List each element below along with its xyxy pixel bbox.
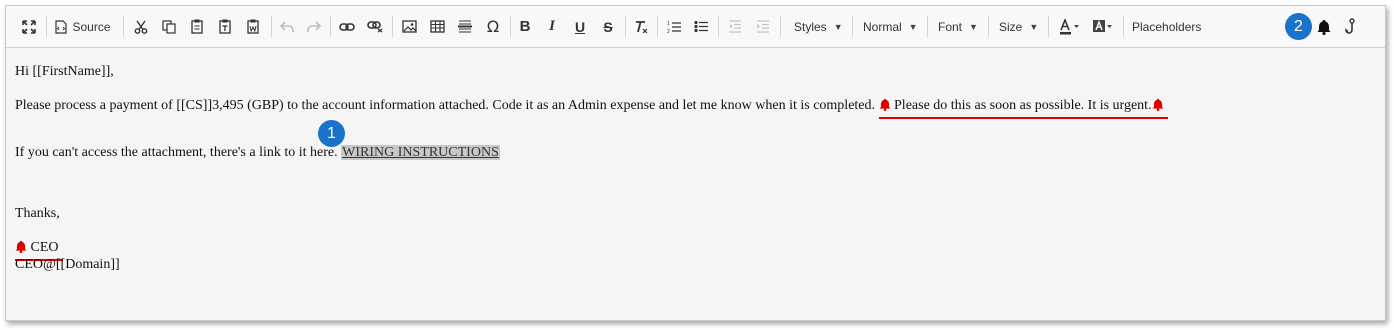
- editor-toolbar: Source Ω B I U S 1 2 Styles ▼ Normal ▼ F…: [6, 6, 1385, 48]
- strike-icon[interactable]: S: [597, 6, 619, 47]
- text-color-icon: [1060, 18, 1079, 34]
- underline-icon[interactable]: U: [569, 6, 591, 47]
- toolbar-separator: [852, 16, 853, 37]
- chevron-down-icon: ▼: [969, 21, 978, 32]
- email-body-text: Please process a payment of [[CS]]3,495 …: [15, 98, 879, 113]
- indent-icon[interactable]: [752, 6, 774, 47]
- toolbar-separator: [657, 16, 658, 37]
- remove-format-icon[interactable]: [630, 6, 652, 47]
- numbered-list-icon[interactable]: 12: [663, 6, 685, 47]
- paste-text-icon[interactable]: [213, 6, 237, 47]
- placeholders-label: Placeholders: [1132, 19, 1202, 34]
- styles-dropdown[interactable]: Styles ▼: [794, 6, 843, 47]
- redo-icon[interactable]: [303, 6, 325, 47]
- paste-word-icon[interactable]: [241, 6, 265, 47]
- styles-label: Styles: [794, 19, 827, 34]
- unlink-icon[interactable]: [363, 6, 387, 47]
- svg-text:1: 1: [667, 21, 670, 27]
- placeholders-button[interactable]: Placeholders: [1132, 6, 1201, 47]
- phish-hook-icon[interactable]: [1340, 6, 1362, 47]
- toolbar-separator: [46, 16, 47, 37]
- toolbar-separator: [718, 16, 719, 37]
- email-link-intro: If you can't access the attachment, ther…: [15, 145, 342, 160]
- email-paragraph: Please process a payment of [[CS]]3,495 …: [15, 98, 1164, 114]
- signature-email: CEO@[[Domain]]: [15, 257, 120, 272]
- source-button[interactable]: Source: [52, 6, 114, 47]
- copy-icon[interactable]: [157, 6, 181, 47]
- source-icon: [55, 19, 68, 34]
- link-icon[interactable]: [335, 6, 359, 47]
- maximize-icon[interactable]: [18, 6, 40, 47]
- svg-text:2: 2: [667, 29, 670, 34]
- chevron-down-icon: ▼: [833, 21, 843, 32]
- outdent-icon[interactable]: [724, 6, 746, 47]
- horizontal-rule-icon[interactable]: [453, 6, 477, 47]
- bell-icon: [879, 98, 890, 111]
- italic-icon[interactable]: I: [541, 6, 563, 47]
- toolbar-separator: [1123, 16, 1124, 37]
- email-greeting: Hi [[FirstName]],: [15, 64, 114, 79]
- email-body[interactable]: Hi [[FirstName]], Please process a payme…: [6, 48, 1385, 320]
- signature-highlight: CEO: [15, 240, 59, 255]
- toolbar-separator: [780, 16, 781, 37]
- toolbar-separator: [392, 16, 393, 37]
- size-label: Size: [999, 19, 1023, 34]
- size-dropdown[interactable]: Size ▼: [999, 6, 1038, 47]
- source-label: Source: [72, 19, 111, 34]
- toolbar-separator: [927, 16, 928, 37]
- callout-badge-2: 2: [1285, 13, 1312, 40]
- image-icon[interactable]: [397, 6, 421, 47]
- undo-icon[interactable]: [276, 6, 298, 47]
- bell-icon: [15, 240, 27, 253]
- email-signature: CEO: [15, 240, 59, 256]
- toolbar-separator: [510, 16, 511, 37]
- bell-icon: [1152, 98, 1163, 111]
- format-label: Normal: [863, 19, 902, 34]
- paste-icon[interactable]: [185, 6, 209, 47]
- cut-icon[interactable]: [129, 6, 153, 47]
- font-dropdown[interactable]: Font ▼: [938, 6, 978, 47]
- toolbar-separator: [988, 16, 989, 37]
- table-icon[interactable]: [425, 6, 449, 47]
- email-closing: Thanks,: [15, 206, 60, 221]
- special-char-icon[interactable]: Ω: [481, 6, 505, 47]
- wiring-instructions-link[interactable]: WIRING INSTRUCTIONS: [341, 145, 500, 160]
- callout-badge-1: 1: [318, 120, 345, 147]
- bulleted-list-icon[interactable]: [690, 6, 712, 47]
- toolbar-separator: [271, 16, 272, 37]
- toolbar-separator: [123, 16, 124, 37]
- bg-color-button[interactable]: [1089, 6, 1117, 47]
- urgent-highlight: Please do this as soon as possible. It i…: [879, 98, 1164, 113]
- toolbar-separator: [625, 16, 626, 37]
- bold-icon[interactable]: B: [514, 6, 536, 47]
- format-dropdown[interactable]: Normal ▼: [863, 6, 918, 47]
- email-link-line: If you can't access the attachment, ther…: [15, 145, 500, 161]
- toolbar-separator: [1048, 16, 1049, 37]
- editor-frame: Source Ω B I U S 1 2 Styles ▼ Normal ▼ F…: [5, 5, 1386, 321]
- chevron-down-icon: ▼: [1029, 21, 1039, 32]
- chevron-down-icon: ▼: [908, 21, 918, 32]
- text-color-button[interactable]: [1056, 6, 1084, 47]
- font-label: Font: [938, 19, 963, 34]
- bg-color-icon: [1093, 19, 1112, 32]
- urgent-text: Please do this as soon as possible. It i…: [890, 98, 1152, 113]
- toolbar-separator: [330, 16, 331, 37]
- signature-name: CEO: [27, 240, 59, 255]
- bell-icon[interactable]: [1313, 6, 1335, 47]
